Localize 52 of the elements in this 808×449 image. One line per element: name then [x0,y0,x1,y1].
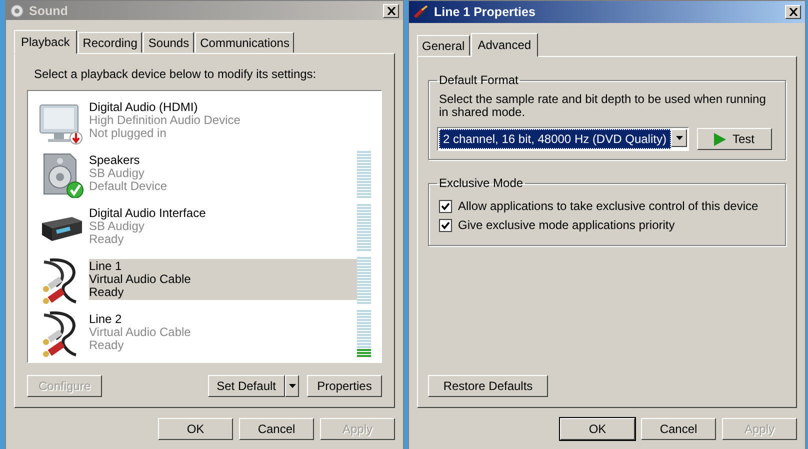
device-name: Digital Audio Interface [89,207,207,220]
dialog-button[interactable]: OK [560,418,635,440]
group-heading: Exclusive Mode [438,176,524,190]
device-status: Ready [89,233,124,246]
device-driver: High Definition Audio Device [89,114,242,127]
device-driver: SB Audigy [89,167,146,180]
action-button[interactable]: Properties [307,375,382,397]
group-heading: Default Format [438,73,520,87]
dialog-button[interactable]: OK [158,418,233,440]
plug-icon [413,5,429,19]
device-name: Line 2 [89,313,123,326]
tab[interactable]: General [417,35,470,56]
tab[interactable]: Recording [78,32,142,53]
device-name: Digital Audio (HDMI) [89,101,199,114]
device-driver: Virtual Audio Cable [89,326,192,339]
set-default-button[interactable]: Set Default [208,375,285,397]
test-button[interactable]: Test [697,128,772,150]
window-title: Line 1 Properties [434,5,536,19]
close-icon [386,6,396,14]
tab[interactable]: Advanced [470,33,538,57]
description-text: Select the sample rate and bit depth to be used when running in shared mode. [439,93,767,119]
device-item[interactable]: Digital Audio Interface SB Audigy Ready [31,200,371,253]
play-icon [714,132,726,146]
device-status: Default Device [89,180,168,193]
instruction-text: Select a playback device below to modify its settings: [34,67,318,81]
device-item[interactable]: Speakers SB Audigy Default Device [31,147,371,200]
device-item[interactable]: Digital Audio (HDMI) High Definition Audio Device Not plugged in [31,94,371,147]
checkbox[interactable] [439,218,452,232]
device-name: Speakers [89,154,141,167]
close-icon [788,8,798,16]
close-button[interactable] [785,5,801,19]
device-name: Line 1 [89,260,123,273]
restore-defaults-button[interactable]: Restore Defaults [428,375,548,397]
device-status: Not plugged in [89,127,168,140]
tab[interactable]: Communications [195,32,294,53]
device-status: Ready [89,339,125,352]
dropdown-button[interactable] [285,375,299,397]
device-item[interactable]: Line 2 Virtual Audio Cable Ready [31,306,371,359]
dialog-button[interactable]: Cancel [239,418,314,440]
tab[interactable]: Sounds [143,32,194,53]
checkbox-label: Allow applications to take exclusive control of this device [458,199,758,213]
checkbox[interactable] [439,200,452,212]
device-driver: Virtual Audio Cable [89,273,192,286]
tab[interactable]: Playback [14,30,77,54]
caret-icon [288,384,296,388]
format-dropdown[interactable]: 2 channel, 16 bit, 48000 Hz (DVD Quality) [437,127,689,151]
dialog-button[interactable]: Cancel [641,418,716,440]
device-status: Ready [89,286,125,299]
checkbox-label: Give exclusive mode applications priority [458,218,675,232]
caret-icon [676,136,682,140]
window-title: Sound [29,4,69,18]
device-driver: SB Audigy [89,220,146,233]
